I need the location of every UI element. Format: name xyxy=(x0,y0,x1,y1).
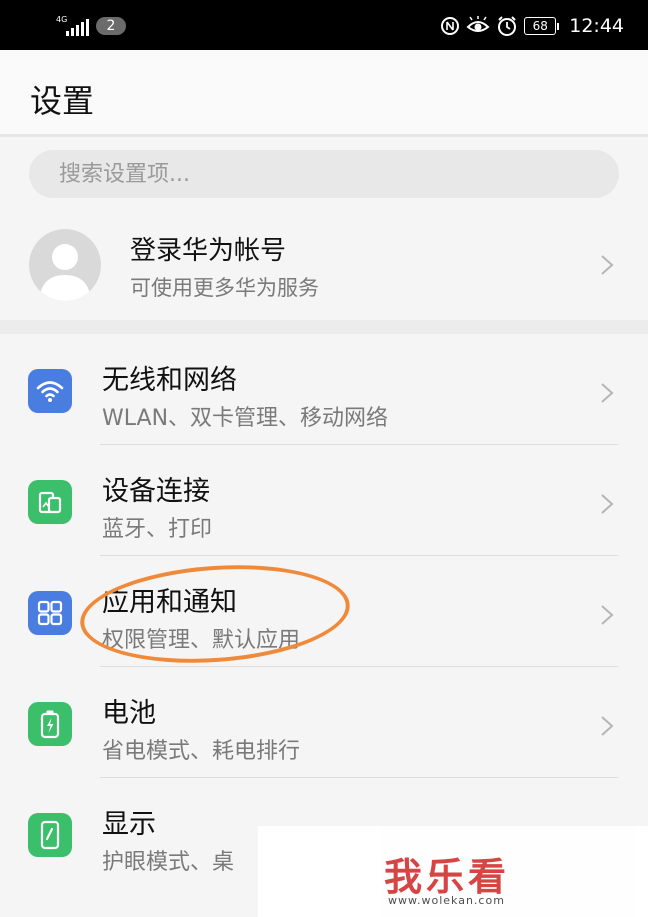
alarm-icon xyxy=(498,16,517,36)
settings-list: 无线和网络 WLAN、双卡管理、移动网络 设备连接 蓝牙、打印 应用和通知 权限… xyxy=(0,334,648,889)
settings-item-device-connection[interactable]: 设备连接 蓝牙、打印 xyxy=(0,445,648,556)
status-bar-right: 68 12:44 xyxy=(440,13,624,39)
settings-item-apps-notifications[interactable]: 应用和通知 权限管理、默认应用 xyxy=(0,556,648,667)
settings-item-subtitle: 权限管理、默认应用 xyxy=(102,628,301,653)
default-avatar-icon xyxy=(39,244,91,301)
battery-icon xyxy=(28,702,72,746)
battery-level: 68 xyxy=(524,17,557,35)
page-title: 设置 xyxy=(30,82,95,120)
settings-item-subtitle: WLAN、双卡管理、移动网络 xyxy=(102,406,389,431)
settings-item-title: 设备连接 xyxy=(102,476,210,507)
settings-item-title: 电池 xyxy=(102,698,156,729)
chevron-right-icon xyxy=(601,383,614,403)
eye-comfort-icon xyxy=(466,16,490,32)
watermark-url: www.wolekan.com xyxy=(388,894,505,907)
title-bar: 设置 xyxy=(0,50,648,137)
chevron-right-icon xyxy=(601,716,614,736)
section-divider xyxy=(0,320,648,334)
account-title: 登录华为帐号 xyxy=(130,236,287,266)
watermark-logo-text: 我乐看 xyxy=(384,855,511,899)
status-bar: 4G 2 68 12:44 xyxy=(0,0,648,50)
settings-item-subtitle: 蓝牙、打印 xyxy=(102,517,213,542)
settings-item-title: 无线和网络 xyxy=(102,365,237,396)
account-row[interactable]: 登录华为帐号 可使用更多华为服务 xyxy=(0,212,648,316)
chevron-right-icon xyxy=(601,605,614,625)
clock: 12:44 xyxy=(569,15,624,37)
device-connection-icon xyxy=(28,480,72,524)
status-bar-left: 4G 2 xyxy=(56,14,126,38)
chevron-right-icon xyxy=(601,255,614,275)
settings-item-subtitle: 护眼模式、桌 xyxy=(102,850,235,875)
search-input[interactable] xyxy=(57,160,619,188)
apps-grid-icon xyxy=(28,591,72,635)
search-bar[interactable] xyxy=(29,150,619,198)
signal-icon: 4G xyxy=(56,15,89,37)
settings-item-title: 显示 xyxy=(102,809,156,840)
watermark: 我乐看 www.wolekan.com xyxy=(258,826,648,917)
settings-item-title: 应用和通知 xyxy=(102,587,237,618)
account-subtitle: 可使用更多华为服务 xyxy=(130,276,319,300)
chevron-right-icon xyxy=(601,494,614,514)
settings-item-battery[interactable]: 电池 省电模式、耗电排行 xyxy=(0,667,648,778)
notification-count-badge: 2 xyxy=(96,17,126,35)
settings-item-wireless-network[interactable]: 无线和网络 WLAN、双卡管理、移动网络 xyxy=(0,334,648,445)
settings-item-subtitle: 省电模式、耗电排行 xyxy=(102,739,301,764)
display-icon xyxy=(28,813,72,857)
wifi-icon xyxy=(28,369,72,413)
nfc-icon xyxy=(441,17,460,35)
battery-indicator: 68 xyxy=(524,17,560,35)
avatar xyxy=(29,229,101,301)
